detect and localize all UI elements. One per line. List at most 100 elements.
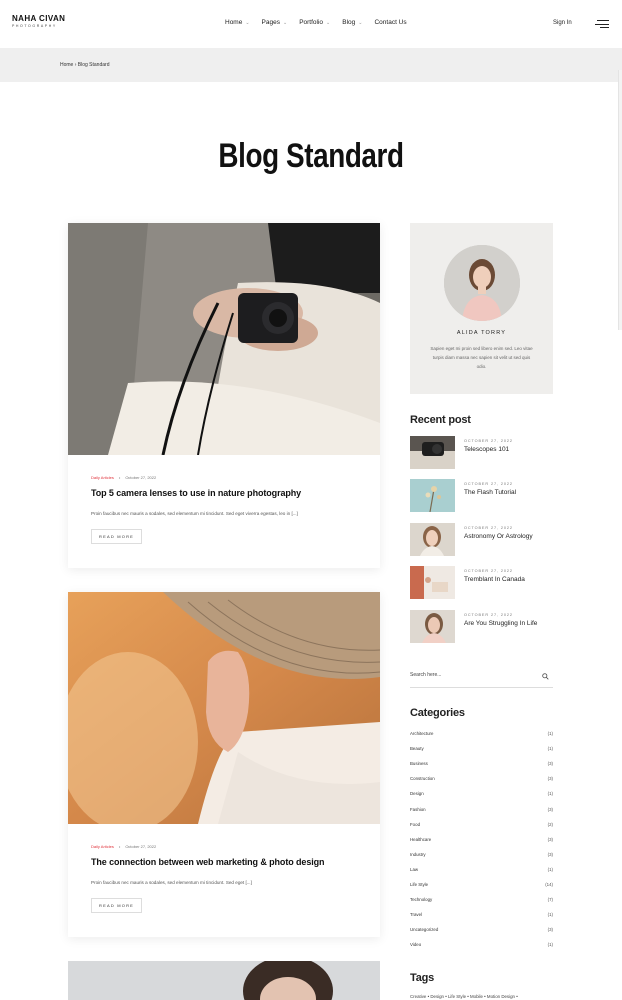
blog-post-card: Daily Articles • October 27, 2022 Top 5 …: [68, 223, 380, 568]
category-item[interactable]: Uncategorized (3): [410, 925, 553, 935]
category-name: Food: [410, 821, 421, 827]
post-category[interactable]: Daily Articles: [91, 475, 114, 480]
category-item[interactable]: Healthcare (3): [410, 835, 553, 845]
nav-item-contact[interactable]: Contact Us: [374, 19, 406, 26]
blog-post-card: [68, 961, 380, 1000]
logo-tagline: PHOTOGRAPHY: [12, 24, 57, 28]
page-title: Blog Standard: [218, 137, 404, 175]
author-avatar: [444, 245, 520, 321]
chevron-down-icon: ⌄: [326, 19, 331, 26]
recent-post-date: OCTOBER 27, 2022: [464, 439, 513, 443]
site-logo[interactable]: NAHA CIVAN PHOTOGRAPHY: [12, 15, 65, 29]
category-count: (3): [547, 836, 553, 842]
category-item[interactable]: Construction (3): [410, 774, 553, 784]
category-count: (1): [547, 746, 553, 752]
nav-item-home[interactable]: Home ⌄: [225, 19, 250, 26]
category-count: (1): [547, 866, 553, 872]
read-more-button[interactable]: READ MORE: [91, 529, 143, 544]
recent-post-title[interactable]: The Flash Tutorial: [464, 489, 516, 496]
recent-post-thumbnail[interactable]: [410, 523, 455, 556]
category-name: Life Style: [410, 882, 429, 887]
author-card: ALIDA TORRY Sapien eget mi proin sed lib…: [410, 223, 553, 394]
recent-post-title[interactable]: Tremblant In Canada: [464, 576, 525, 583]
recent-post-item[interactable]: OCTOBER 27, 2022 Are You Struggling In L…: [410, 610, 553, 643]
category-name: Fashion: [410, 806, 426, 812]
category-count: (14): [545, 882, 553, 887]
post-date: October 27, 2022: [125, 844, 157, 849]
category-item[interactable]: Technology (7): [410, 895, 553, 905]
recent-post-date: OCTOBER 27, 2022: [464, 526, 513, 530]
nav-item-portfolio[interactable]: Portfolio ⌄: [299, 19, 330, 26]
recent-post-item[interactable]: OCTOBER 27, 2022 The Flash Tutorial: [410, 479, 553, 512]
category-item[interactable]: Beauty (1): [410, 744, 553, 754]
category-count: (1): [547, 942, 553, 948]
category-count: (3): [547, 927, 553, 933]
nav-label: Contact Us: [374, 19, 407, 26]
nav-item-pages[interactable]: Pages ⌄: [262, 19, 288, 26]
category-name: Architecture: [410, 731, 434, 736]
recent-post-thumbnail[interactable]: [410, 610, 455, 643]
post-image[interactable]: [68, 223, 380, 455]
site-header: NAHA CIVAN PHOTOGRAPHY Home ⌄ Pages ⌄ Port…: [0, 0, 622, 48]
hamburger-icon[interactable]: [595, 19, 609, 29]
category-count: (1): [547, 791, 553, 797]
category-item[interactable]: Fashion (3): [410, 805, 553, 815]
post-title[interactable]: The connection between web marketing & p…: [91, 857, 357, 867]
category-count: (3): [547, 761, 553, 767]
category-count: (1): [547, 731, 553, 736]
category-item[interactable]: Law (1): [410, 865, 553, 875]
recent-post-item[interactable]: OCTOBER 27, 2022 Astronomy Or Astrology: [410, 523, 553, 556]
sign-in-link[interactable]: Sign In: [553, 20, 572, 26]
meta-separator: •: [118, 475, 121, 480]
tags-heading: Tags: [410, 972, 435, 984]
category-count: (7): [547, 897, 553, 903]
breadcrumb-bar: Home › Blog Standard: [0, 48, 622, 82]
category-count: (2): [547, 821, 553, 827]
post-image[interactable]: [68, 961, 380, 1000]
category-name: Travel: [410, 912, 423, 918]
search-icon[interactable]: [542, 673, 549, 680]
camera-photo: [68, 223, 380, 455]
post-image[interactable]: [68, 592, 380, 824]
search-box: [410, 666, 553, 688]
author-bio: Sapien eget mi proin sed libero enim sed…: [430, 346, 533, 369]
category-item[interactable]: Industry (3): [410, 850, 553, 860]
category-name: Construction: [410, 776, 435, 782]
recent-post-date: OCTOBER 27, 2022: [464, 613, 513, 617]
blog-post-card: Daily Articles • October 27, 2022 The co…: [68, 592, 380, 937]
recent-post-item[interactable]: OCTOBER 27, 2022 Telescopes 101: [410, 436, 553, 469]
category-item[interactable]: Design (1): [410, 789, 553, 799]
recent-post-thumbnail[interactable]: [410, 436, 455, 469]
breadcrumb[interactable]: Home › Blog Standard: [60, 62, 109, 68]
scrollbar[interactable]: [618, 70, 622, 330]
search-input[interactable]: [410, 672, 530, 678]
recent-post-title[interactable]: Are You Struggling In Life: [464, 620, 537, 627]
category-item[interactable]: Video (1): [410, 940, 553, 950]
recent-post-date: OCTOBER 27, 2022: [464, 569, 513, 573]
recent-post-thumbnail[interactable]: [410, 479, 455, 512]
category-item[interactable]: Travel (1): [410, 910, 553, 920]
nav-item-blog[interactable]: Blog ⌄: [342, 19, 362, 26]
read-more-button[interactable]: READ MORE: [91, 898, 143, 913]
category-item[interactable]: Life Style (14): [410, 880, 553, 890]
recent-post-item[interactable]: OCTOBER 27, 2022 Tremblant In Canada: [410, 566, 553, 599]
main-nav: Home ⌄ Pages ⌄ Portfolio ⌄ Blog ⌄ Contact Us: [225, 19, 419, 26]
category-name: Design: [410, 791, 424, 797]
recent-post-thumbnail[interactable]: [410, 566, 455, 599]
hat-photo: [68, 592, 380, 824]
author-name: ALIDA TORRY: [456, 330, 507, 336]
post-date: October 27, 2022: [125, 475, 157, 480]
category-item[interactable]: Food (2): [410, 820, 553, 830]
post-meta: Daily Articles • October 27, 2022: [91, 475, 357, 480]
recent-post-title[interactable]: Astronomy Or Astrology: [464, 533, 533, 540]
nav-label: Home: [225, 19, 243, 26]
meta-separator: •: [118, 844, 121, 849]
category-item[interactable]: Business (3): [410, 759, 553, 769]
tag-list[interactable]: Creative • Design • Life Style • Mobile …: [410, 994, 518, 999]
recent-post-title[interactable]: Telescopes 101: [464, 446, 509, 453]
post-title[interactable]: Top 5 camera lenses to use in nature pho…: [91, 488, 357, 498]
post-excerpt: Proin faucibus nec mauris a sodales, sed…: [91, 511, 298, 516]
category-item[interactable]: Architecture (1): [410, 729, 553, 739]
recent-posts-heading: Recent post: [410, 414, 471, 426]
post-category[interactable]: Daily Articles: [91, 844, 114, 849]
